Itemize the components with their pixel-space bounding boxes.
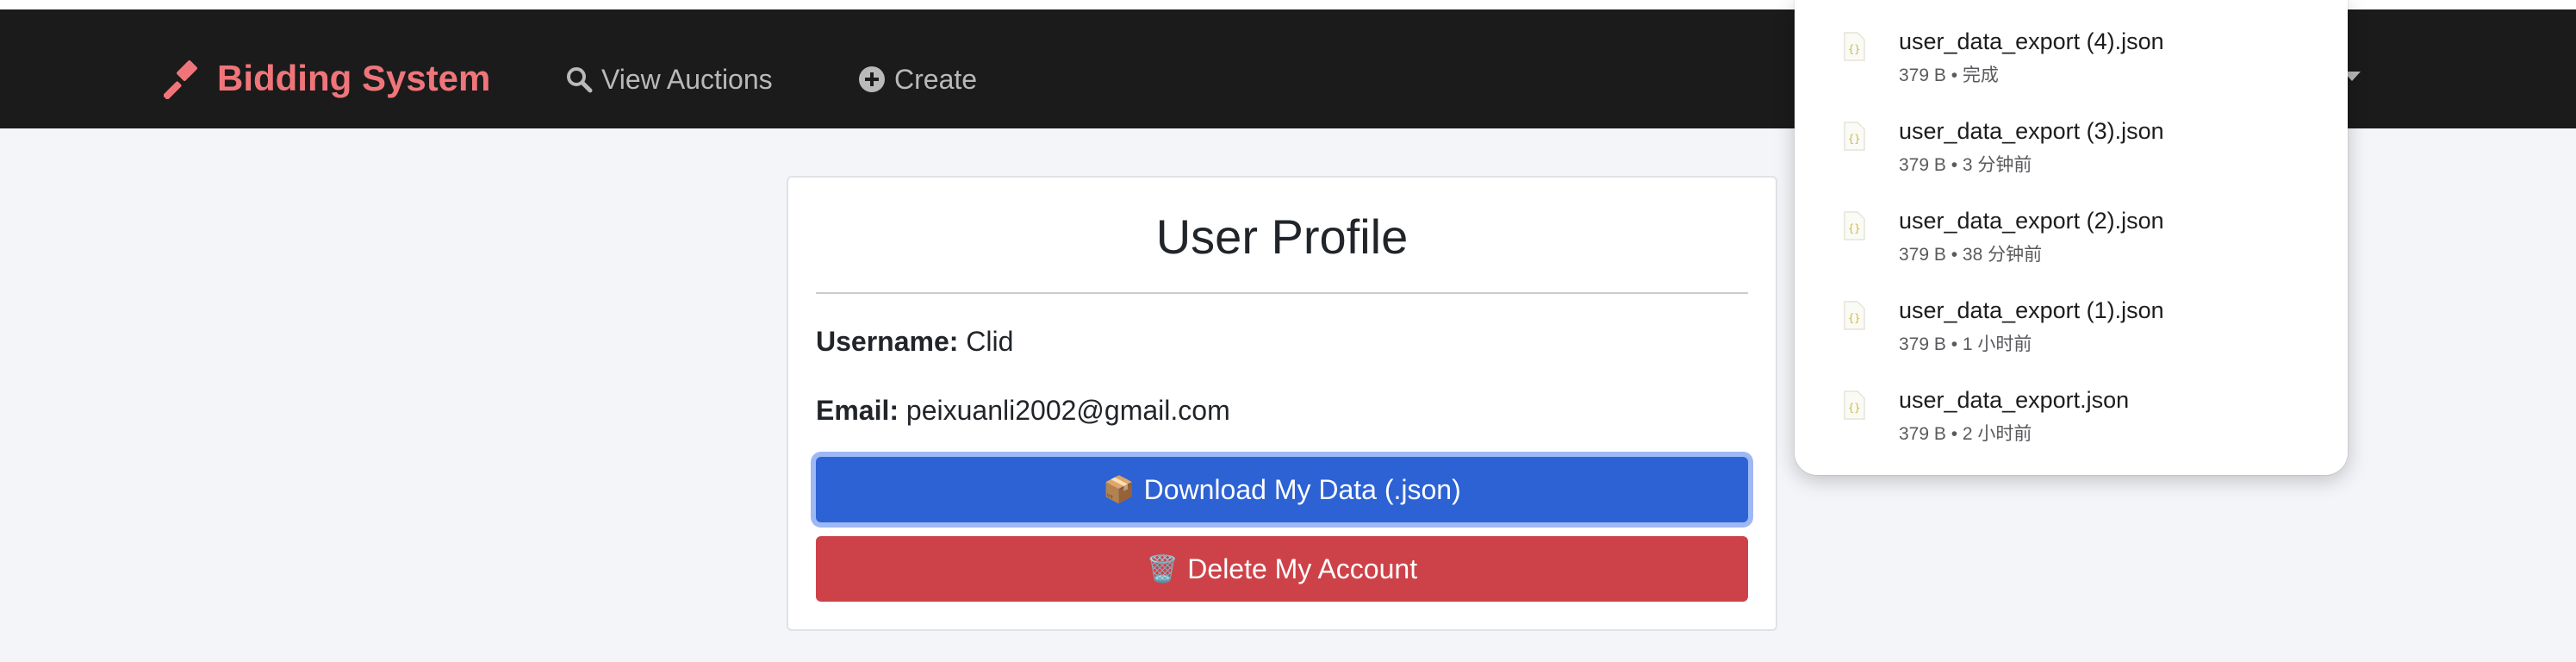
profile-card: User Profile Username: Clid Email: peixu… [787, 176, 1777, 631]
json-file-icon: {} [1844, 211, 1865, 240]
nav-view-auctions[interactable]: View Auctions [565, 59, 773, 99]
divider [816, 292, 1748, 294]
download-filename: user_data_export.json [1899, 387, 2130, 413]
download-item[interactable]: {} user_data_export (1).json 379 B • 1 小… [1795, 280, 2348, 370]
download-meta: 379 B • 2 小时前 [1899, 424, 2032, 444]
download-item[interactable]: {} user_data_export.json 379 B • 2 小时前 [1795, 370, 2348, 459]
svg-text:{}: {} [1848, 222, 1860, 234]
downloads-panel: {} user_data_export (4).json 379 B • 完成 … [1795, 0, 2348, 475]
search-icon [567, 67, 593, 93]
download-meta: 379 B • 3 分钟前 [1899, 155, 2032, 175]
nav-create[interactable]: Create [858, 59, 977, 99]
json-file-icon: {} [1844, 301, 1865, 330]
svg-text:{}: {} [1848, 133, 1860, 145]
email-label: Email: [816, 395, 899, 426]
email-value: peixuanli2002@gmail.com [905, 395, 1230, 426]
download-data-label: Download My Data (.json) [1143, 473, 1461, 505]
nav-view-auctions-label: View Auctions [601, 63, 773, 95]
download-meta: 379 B • 1 小时前 [1899, 334, 2032, 354]
brand-link[interactable]: Bidding System [164, 54, 490, 103]
plus-circle-icon [859, 66, 885, 92]
download-item[interactable]: {} user_data_export (4).json 379 B • 完成 [1795, 11, 2348, 101]
json-file-icon: {} [1844, 122, 1865, 151]
package-icon: 📦 [1103, 475, 1136, 504]
svg-text:{}: {} [1848, 402, 1860, 414]
json-file-icon: {} [1844, 32, 1865, 61]
delete-account-label: Delete My Account [1187, 553, 1418, 584]
download-data-button[interactable]: 📦 Download My Data (.json) [816, 457, 1748, 522]
download-meta: 379 B • 38 分钟前 [1899, 245, 2043, 265]
json-file-icon: {} [1844, 390, 1865, 420]
nav-create-label: Create [894, 63, 978, 95]
download-filename: user_data_export (1).json [1899, 297, 2164, 323]
trash-icon: 🗑️ [1146, 554, 1179, 584]
download-item[interactable]: {} user_data_export (3).json 379 B • 3 分… [1795, 101, 2348, 190]
download-filename: user_data_export (2).json [1899, 208, 2164, 234]
username-label: Username: [816, 326, 959, 357]
username-value: Clid [966, 326, 1014, 357]
gavel-icon [164, 60, 197, 99]
svg-text:{}: {} [1848, 312, 1860, 324]
download-item[interactable]: {} user_data_export (2).json 379 B • 38 … [1795, 190, 2348, 280]
delete-account-button[interactable]: 🗑️ Delete My Account [816, 536, 1748, 602]
download-meta: 379 B • 完成 [1899, 66, 1999, 85]
download-filename: user_data_export (4).json [1899, 28, 2164, 54]
email-row: Email: peixuanli2002@gmail.com [816, 395, 1230, 427]
download-filename: user_data_export (3).json [1899, 118, 2164, 144]
svg-text:{}: {} [1848, 43, 1860, 55]
page-title: User Profile [1155, 209, 1409, 264]
username-row: Username: Clid [816, 326, 1013, 358]
brand-name: Bidding System [217, 58, 491, 98]
